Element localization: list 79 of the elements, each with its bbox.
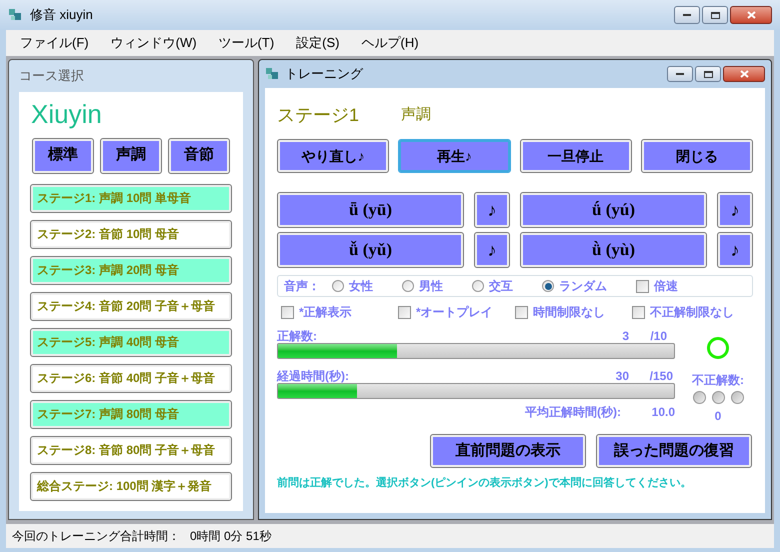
menu-item[interactable]: ヘルプ(H): [362, 33, 419, 53]
mode-button[interactable]: 音節: [169, 138, 229, 172]
control-button[interactable]: 再生♪: [399, 140, 510, 172]
elapsed-time-label: 経過時間(秒):: [277, 368, 350, 383]
stage-button[interactable]: ステージ1: 声調 10問 単母音: [31, 184, 231, 212]
app-icon: [8, 7, 24, 23]
play-button[interactable]: ♪: [718, 193, 752, 227]
mode-title: 声調: [401, 104, 432, 125]
mode-button[interactable]: 標準: [33, 138, 93, 172]
elapsed-time: 30: [614, 368, 629, 383]
radio-button[interactable]: [542, 280, 554, 292]
elapsed-total: /150: [648, 368, 674, 383]
radio-label: ランダム: [559, 278, 607, 295]
stage-button[interactable]: 総合ステージ: 100問 漢字＋発音: [31, 472, 231, 500]
close-icon: [746, 11, 756, 19]
radio-label: 交互: [489, 278, 513, 295]
answer-button[interactable]: ǖ (yū): [278, 193, 463, 227]
control-button[interactable]: やり直し♪: [278, 140, 388, 172]
answer-button[interactable]: ǜ (yù): [521, 233, 706, 267]
mode-button[interactable]: 声調: [101, 138, 161, 172]
action-button[interactable]: 誤った問題の復習: [597, 435, 751, 467]
window-title: 修音 xiuyin: [30, 6, 94, 24]
checkbox[interactable]: [632, 306, 645, 318]
checkbox[interactable]: [636, 280, 649, 292]
voice-label: 音声：: [284, 278, 321, 295]
status-label: 今回のトレーニング合計時間：: [12, 528, 180, 545]
checkbox-label: *正解表示: [299, 304, 352, 321]
checkbox[interactable]: [281, 306, 294, 318]
app-icon: [265, 66, 281, 82]
close-button[interactable]: [723, 66, 765, 82]
menu-item[interactable]: ファイル(F): [20, 33, 89, 53]
checkbox-label: 時間制限なし: [533, 304, 605, 321]
correct-count-label: 正解数:: [277, 328, 318, 343]
checkbox-label: *オートプレイ: [416, 304, 493, 321]
close-button[interactable]: [730, 6, 772, 24]
play-button[interactable]: ♪: [475, 233, 509, 267]
maximize-button[interactable]: [695, 66, 721, 82]
radio-label: 女性: [349, 278, 373, 295]
logo-text: Xiuyin: [31, 98, 103, 130]
checkbox-label: 不正解制限なし: [650, 304, 734, 321]
stage-title: ステージ1: [277, 104, 360, 126]
minimize-button[interactable]: [667, 66, 693, 82]
play-button[interactable]: ♪: [475, 193, 509, 227]
stage-button[interactable]: ステージ2: 音節 10問 母音: [31, 220, 231, 248]
stage-button[interactable]: ステージ5: 声調 40問 母音: [31, 328, 231, 356]
stage-button[interactable]: ステージ4: 音節 20問 子音＋母音: [31, 292, 231, 320]
radio-button[interactable]: [472, 280, 484, 292]
average-time: 10.0: [650, 404, 675, 421]
stage-button[interactable]: ステージ6: 音節 40問 子音＋母音: [31, 364, 231, 392]
radio-button[interactable]: [402, 280, 414, 292]
panel-title: コース選択: [19, 67, 85, 85]
stage-button[interactable]: ステージ8: 音節 80問 子音＋母音: [31, 436, 231, 464]
answer-button[interactable]: ǚ (yǔ): [278, 233, 463, 267]
checkbox[interactable]: [515, 306, 528, 318]
wrong-count: 0: [714, 408, 722, 425]
radio-label: 男性: [419, 278, 443, 295]
control-button[interactable]: 一旦停止: [520, 140, 631, 172]
stage-button[interactable]: ステージ7: 声調 80問 母音: [31, 400, 231, 428]
maximize-button[interactable]: [702, 6, 728, 24]
menu-item[interactable]: ウィンドウ(W): [110, 33, 197, 53]
status-message: 前問は正解でした。選択ボタン(ピンインの表示ボタン)で本問に回答してください。: [277, 476, 692, 491]
menu-item[interactable]: ツール(T): [218, 33, 274, 53]
control-button[interactable]: 閉じる: [642, 140, 752, 172]
checkbox-label: 倍速: [654, 278, 678, 295]
wrong-count-label: 不正解数:: [692, 372, 744, 389]
radio-button[interactable]: [332, 280, 344, 292]
answer-button[interactable]: ǘ (yú): [521, 193, 706, 227]
stage-button[interactable]: ステージ3: 声調 20問 母音: [31, 256, 231, 284]
close-icon: [740, 70, 748, 78]
average-time-label: 平均正解時間(秒):: [525, 404, 621, 421]
window-title: トレーニング: [285, 65, 364, 84]
menu-item[interactable]: 設定(S): [296, 33, 340, 53]
play-button[interactable]: ♪: [718, 233, 752, 267]
action-button[interactable]: 直前問題の表示: [431, 435, 585, 467]
minimize-button[interactable]: [674, 6, 700, 24]
correct-count: 3: [621, 328, 629, 343]
checkbox[interactable]: [398, 306, 411, 318]
correct-total: /10: [649, 328, 668, 343]
status-value: 0時間 0分 51秒: [190, 528, 272, 545]
